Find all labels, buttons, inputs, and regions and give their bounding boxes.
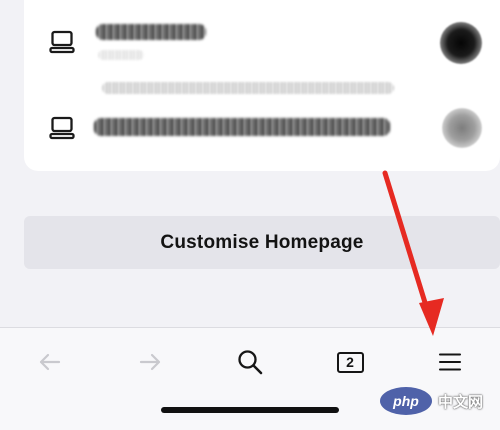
tabs-button[interactable]: 2	[330, 342, 370, 382]
customise-homepage-button[interactable]: Customise Homepage	[24, 216, 500, 269]
watermark: php 中文网	[380, 384, 496, 418]
watermark-text: 中文网	[438, 392, 484, 411]
redacted-url	[102, 82, 394, 94]
list-item[interactable]	[24, 104, 500, 160]
home-indicator	[161, 407, 339, 413]
menu-button[interactable]	[430, 342, 470, 382]
redacted-title	[96, 24, 206, 40]
back-arrow-icon	[39, 353, 61, 371]
redacted-title	[94, 118, 390, 136]
laptop-icon	[49, 116, 75, 140]
hamburger-menu-icon	[438, 353, 462, 371]
forward-button[interactable]	[130, 342, 170, 382]
list-item[interactable]	[24, 14, 500, 100]
redacted-subtitle	[98, 50, 144, 60]
search-icon	[238, 350, 263, 375]
laptop-icon	[49, 30, 75, 54]
forward-arrow-icon	[139, 353, 161, 371]
search-button[interactable]	[230, 342, 270, 382]
back-button[interactable]	[30, 342, 70, 382]
redacted-thumbnail	[440, 22, 482, 64]
redacted-thumbnail	[442, 108, 482, 148]
tab-count-badge: 2	[336, 351, 364, 373]
watermark-logo: php	[380, 387, 432, 415]
synced-items-card	[24, 0, 500, 171]
